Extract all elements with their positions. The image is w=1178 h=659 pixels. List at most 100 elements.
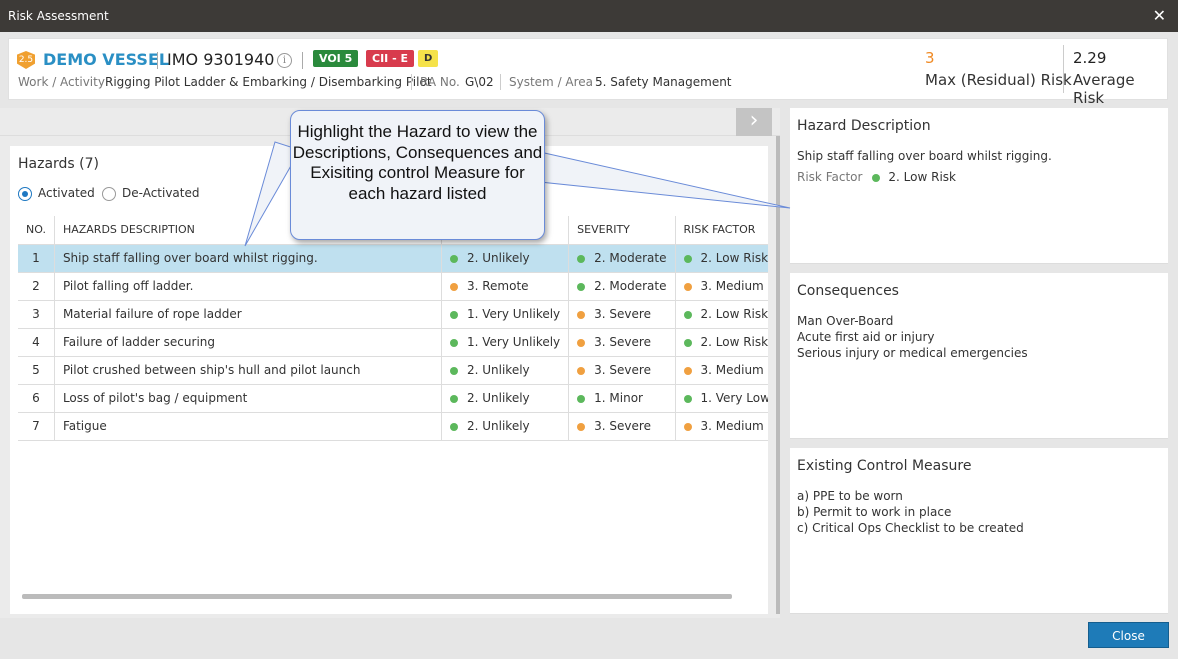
cell-risk-factor-text: 3. Medium Risk (700, 419, 769, 433)
table-row[interactable]: 3 Material failure of rope ladder 1. Very … (18, 300, 768, 329)
vertical-scrollbar[interactable] (776, 136, 780, 614)
cell-description: Pilot falling off ladder. (54, 272, 442, 301)
hazard-description-body: Ship staff falling over board whilst rig… (797, 148, 1052, 185)
cell-no-text: 5 (32, 363, 40, 377)
hazard-description-title: Hazard Description (797, 118, 931, 134)
cell-risk-factor: 2. Low Risk (675, 300, 768, 329)
average-risk-label: Average Risk (1073, 71, 1135, 107)
risk-factor-row: Risk Factor 2. Low Risk (797, 169, 1052, 185)
cell-risk-factor: 3. Medium Risk (675, 356, 769, 385)
cell-no-text: 1 (32, 251, 40, 265)
cell-risk-factor-text: 3. Medium Risk (700, 279, 769, 293)
cii-badge: CII - E (366, 50, 414, 67)
expand-arrow-button[interactable]: › (736, 108, 772, 136)
status-dot-icon (683, 394, 692, 403)
hazard-description-card: Hazard Description Ship staff falling ov… (790, 108, 1168, 264)
cell-severity-text: 3. Severe (594, 419, 651, 433)
cell-likelihood: 1. Very Unlikely (441, 300, 570, 329)
cell-description: Loss of pilot's bag / equipment (54, 384, 442, 413)
title-bar: Risk Assessment ✕ (0, 0, 1178, 32)
existing-control-measure-card: Existing Control Measure a) PPE to be wo… (790, 448, 1168, 614)
column-header-no[interactable]: NO. (18, 216, 55, 245)
consequences-card: Consequences Man Over-Board Acute first … (790, 273, 1168, 439)
cell-risk-factor-text: 2. Low Risk (700, 335, 769, 349)
cell-likelihood-text: 1. Very Unlikely (466, 307, 561, 321)
cell-severity: 3. Severe (568, 412, 676, 441)
status-dot-icon (577, 422, 586, 431)
radio-deactivated[interactable]: De-Activated (102, 186, 199, 201)
average-risk-stat: 2.29 Average Risk (1073, 49, 1167, 107)
cell-risk-factor: 2. Low Risk (675, 328, 769, 357)
cell-risk-factor-text: 3. Medium Risk (700, 363, 769, 377)
radio-selected-icon (18, 186, 32, 201)
status-dot-icon (449, 254, 458, 263)
cell-description: Ship staff falling over board whilst rig… (54, 244, 442, 273)
status-dot-icon (683, 254, 692, 263)
consequences-title: Consequences (797, 283, 899, 299)
cell-no: 6 (18, 384, 55, 413)
cell-likelihood-text: 2. Unlikely (466, 251, 530, 265)
cell-description: Material failure of rope ladder (54, 300, 442, 329)
cell-likelihood: 1. Very Unlikely (441, 328, 570, 357)
close-button[interactable]: Close (1088, 622, 1169, 648)
cell-likelihood: 2. Unlikely (441, 356, 570, 385)
cell-likelihood: 2. Unlikely (441, 384, 570, 413)
instruction-callout: Highlight the Hazard to view the Descrip… (290, 110, 545, 240)
column-header-risk-factor[interactable]: RISK FACTOR (675, 216, 768, 245)
close-icon[interactable]: ✕ (1153, 6, 1166, 25)
status-dot-icon (577, 394, 586, 403)
control-measure-line: a) PPE to be worn (797, 489, 903, 503)
status-dot-icon (449, 282, 458, 291)
vessel-name[interactable]: DEMO VESSEL (43, 50, 169, 69)
cell-likelihood-text: 2. Unlikely (466, 363, 530, 377)
status-dot-icon (683, 338, 692, 347)
cell-description-text: Loss of pilot's bag / equipment (62, 391, 248, 405)
cell-no-text: 7 (32, 419, 40, 433)
average-risk-value: 2.29 (1073, 49, 1107, 67)
table-row[interactable]: 2 Pilot falling off ladder. 3. Remote 2. Mo… (18, 272, 769, 301)
cell-risk-factor: 1. Very Low Risk (675, 384, 769, 413)
radio-activated[interactable]: Activated (18, 186, 95, 201)
divider (1063, 45, 1064, 93)
cell-no-text: 2 (32, 279, 40, 293)
table-row[interactable]: 7 Fatigue 2. Unlikely 3. Severe 3. Medium Ri… (18, 412, 769, 441)
table-row[interactable]: 5 Pilot crushed between ship's hull and p… (18, 356, 769, 385)
horizontal-scrollbar[interactable] (22, 594, 732, 599)
radio-deactivated-label: De-Activated (122, 186, 200, 200)
cell-severity-text: 1. Minor (594, 391, 643, 405)
cell-description: Pilot crushed between ship's hull and pi… (54, 356, 442, 385)
status-dot-icon (577, 366, 586, 375)
status-dot-icon (683, 366, 692, 375)
table-row[interactable]: 1 Ship staff falling over board whilst ri… (18, 244, 768, 273)
status-dot-icon (577, 254, 586, 263)
cell-no: 2 (18, 272, 55, 301)
max-risk-stat: 3 Max (Residual) Risk (925, 49, 1072, 89)
cell-description: Fatigue (54, 412, 442, 441)
table-row[interactable]: 4 Failure of ladder securing 1. Very Unlik… (18, 328, 769, 357)
hazard-description-text: Ship staff falling over board whilst rig… (797, 149, 1052, 163)
status-dot-icon (683, 310, 692, 319)
info-icon[interactable]: i (277, 53, 292, 68)
cell-description-text: Ship staff falling over board whilst rig… (62, 251, 318, 265)
cell-description-text: Fatigue (62, 419, 107, 433)
cell-no: 5 (18, 356, 55, 385)
cell-severity-text: 2. Moderate (594, 279, 667, 293)
cell-likelihood-text: 2. Unlikely (466, 391, 530, 405)
cell-severity-text: 2. Moderate (594, 251, 667, 265)
hazards-title: Hazards (7) (18, 156, 100, 172)
cell-severity: 1. Minor (568, 384, 676, 413)
cell-risk-factor-text: 1. Very Low Risk (700, 391, 769, 405)
cell-no-text: 4 (32, 335, 40, 349)
column-header-severity[interactable]: SEVERITY (568, 216, 676, 245)
cell-no: 7 (18, 412, 55, 441)
control-measure-line: b) Permit to work in place (797, 505, 952, 519)
work-activity-label: Work / Activity (18, 75, 105, 89)
cell-severity: 3. Severe (568, 300, 676, 329)
cell-description-text: Material failure of rope ladder (62, 307, 242, 321)
table-row[interactable]: 6 Loss of pilot's bag / equipment 2. Unlik… (18, 384, 769, 413)
control-measure-body: a) PPE to be worn b) Permit to work in p… (797, 488, 1024, 536)
cell-severity: 3. Severe (568, 328, 676, 357)
cell-severity: 2. Moderate (568, 272, 676, 301)
status-dot-icon (449, 310, 458, 319)
cell-likelihood: 2. Unlikely (441, 244, 570, 273)
